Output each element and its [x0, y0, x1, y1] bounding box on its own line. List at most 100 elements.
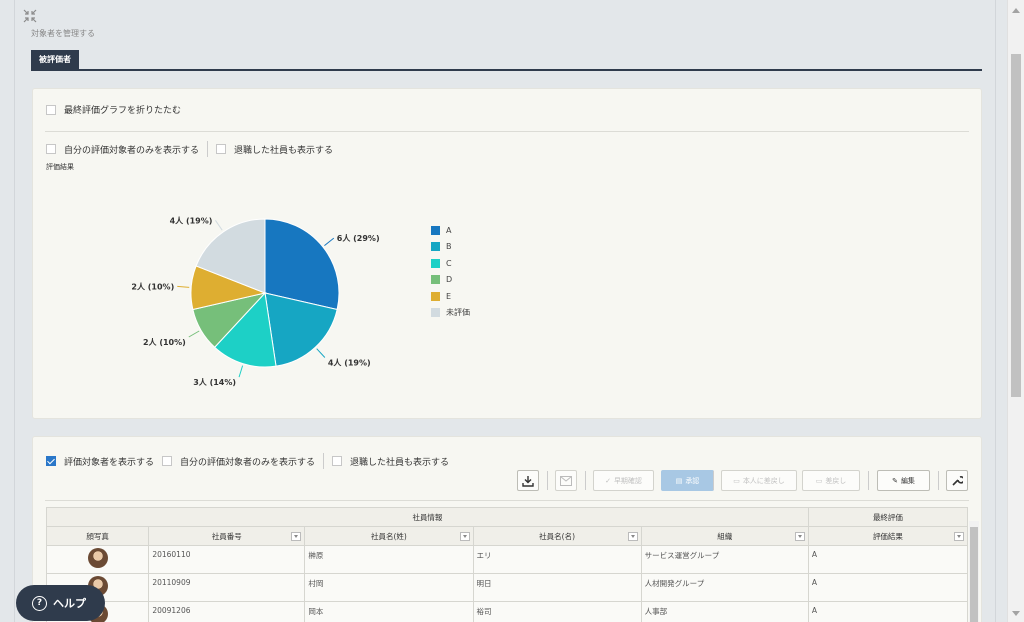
- cell-first-name: 明日: [472, 573, 642, 602]
- page-scrollbar[interactable]: [1007, 0, 1024, 622]
- return-to-self-button[interactable]: ▭ 本人に差戻し: [721, 470, 797, 491]
- page-scrollbar-thumb[interactable]: [1011, 54, 1021, 397]
- show-retired-checkbox[interactable]: [216, 144, 227, 154]
- toolbar-separator: [938, 471, 939, 490]
- label-leader-2: [316, 348, 326, 358]
- help-button[interactable]: ? ヘルプ: [16, 585, 105, 621]
- return-button[interactable]: ▭ 差戻し: [802, 470, 860, 491]
- show-targets-label: 評価対象者を表示する: [64, 457, 155, 468]
- only-mine-checkbox-list[interactable]: [162, 456, 173, 466]
- toolbar-separator: [868, 471, 869, 490]
- data-label-5: 2人 (10%): [131, 281, 174, 291]
- collapse-icon[interactable]: [23, 9, 37, 23]
- scroll-up-icon[interactable]: [1012, 8, 1020, 13]
- table-scrollbar[interactable]: [969, 521, 979, 622]
- tab-evaluatees[interactable]: 被評価者: [31, 50, 79, 70]
- col-employee-id[interactable]: 社員番号: [148, 526, 306, 546]
- label-leader-4: [188, 330, 200, 338]
- table-scrollbar-thumb[interactable]: [970, 527, 978, 622]
- divider: [45, 500, 969, 501]
- page-subtitle: 対象者を管理する: [31, 29, 95, 38]
- show-retired-label-list: 退職した社員も表示する: [350, 457, 450, 468]
- cell-organization: サービス運営グループ: [640, 545, 809, 574]
- cell-result: A: [807, 545, 969, 574]
- table-row[interactable]: 20160110 榊原 エリ サービス運営グループ A: [45, 545, 969, 574]
- filter-icon[interactable]: [459, 532, 470, 541]
- chart-title: 評価結果: [46, 163, 74, 171]
- separator: [323, 453, 325, 469]
- mail-button[interactable]: [555, 470, 577, 491]
- table-row[interactable]: 20110909 村岡 明日 人材開発グループ A: [45, 573, 969, 602]
- mail-icon: [560, 475, 572, 486]
- label-leader-6: [215, 220, 223, 231]
- legend-swatch: [431, 258, 440, 268]
- filter-icon[interactable]: [794, 532, 805, 541]
- download-icon: [522, 475, 534, 487]
- legend-item-6[interactable]: 未評価: [431, 305, 470, 322]
- edit-button[interactable]: ✎ 編集: [877, 470, 930, 491]
- col-result[interactable]: 評価結果: [807, 526, 969, 546]
- cell-last-name: 榊原: [304, 545, 474, 574]
- chart-legend: A B C D E 未評価: [431, 222, 470, 321]
- collapse-graph-label: 最終評価グラフを折りたたむ: [64, 106, 182, 116]
- legend-label: A: [446, 225, 452, 235]
- filter-icon[interactable]: [954, 532, 964, 541]
- legend-swatch: [431, 275, 440, 285]
- legend-label: 未評価: [446, 308, 470, 318]
- graph-panel: 最終評価グラフを折りたたむ 自分の評価対象者のみを表示する 退職した社員も表示す…: [32, 88, 982, 419]
- scroll-down-icon[interactable]: [1012, 611, 1020, 616]
- pencil-icon: ✎: [892, 476, 898, 485]
- label-leader-3: [238, 365, 244, 378]
- filter-icon[interactable]: [627, 532, 638, 541]
- collapse-graph-option[interactable]: 最終評価グラフを折りたたむ: [46, 103, 181, 116]
- show-targets-checkbox[interactable]: [46, 456, 56, 466]
- return-label: 差戻し: [825, 476, 847, 485]
- toolbar: ✓ 早期確認 ▤ 承認 ▭ 本人に差戻し ▭ 差戻し ✎ 編集: [33, 470, 981, 494]
- cell-employee-id: 20110909: [148, 573, 306, 602]
- legend-item-3[interactable]: C: [431, 255, 470, 272]
- collapse-graph-checkbox[interactable]: [46, 104, 56, 115]
- cell-employee-id: 20091206: [148, 601, 306, 622]
- divider: [45, 131, 969, 132]
- separator: [207, 141, 209, 157]
- only-mine-checkbox[interactable]: [46, 144, 56, 154]
- approve-button[interactable]: ▤ 承認: [661, 470, 714, 491]
- legend-item-5[interactable]: E: [431, 288, 470, 305]
- download-button[interactable]: [517, 470, 539, 491]
- settings-button[interactable]: [946, 470, 968, 491]
- list-filter-options: 評価対象者を表示する 自分の評価対象者のみを表示する 退職した社員も表示する: [46, 453, 449, 469]
- help-label: ヘルプ: [53, 597, 86, 610]
- legend-swatch: [431, 291, 440, 301]
- legend-item-2[interactable]: B: [431, 239, 470, 256]
- col-last-name[interactable]: 社員名(姓): [304, 526, 474, 546]
- legend-swatch: [431, 308, 440, 318]
- data-label-3: 3人 (14%): [193, 377, 236, 387]
- group-header-employee: 社員情報: [46, 507, 809, 527]
- col-photo: 顔写真: [45, 526, 150, 546]
- data-label-4: 2人 (10%): [143, 337, 186, 347]
- col-organization[interactable]: 組織: [640, 526, 809, 546]
- batch-confirm-button[interactable]: ✓ 早期確認: [593, 470, 654, 491]
- data-label-2: 4人 (19%): [328, 358, 371, 368]
- toolbar-separator: [547, 471, 548, 490]
- help-icon: ?: [32, 595, 47, 611]
- check-icon: ✓: [605, 476, 611, 485]
- show-retired-checkbox-list[interactable]: [332, 456, 343, 466]
- filter-icon[interactable]: [291, 532, 302, 541]
- label-leader-5: [177, 285, 190, 288]
- legend-swatch: [431, 242, 440, 252]
- group-header-final: 最終評価: [807, 507, 969, 527]
- show-retired-label: 退職した社員も表示する: [234, 145, 334, 156]
- only-mine-label: 自分の評価対象者のみを表示する: [64, 145, 200, 156]
- legend-item-4[interactable]: D: [431, 272, 470, 289]
- avatar: [87, 548, 108, 568]
- cell-last-name: 村岡: [304, 573, 474, 602]
- list-panel: 評価対象者を表示する 自分の評価対象者のみを表示する 退職した社員も表示する ✓…: [32, 436, 982, 622]
- data-label-6: 4人 (19%): [170, 215, 213, 225]
- legend-item-1[interactable]: A: [431, 222, 470, 239]
- cell-first-name: 裕司: [472, 601, 642, 622]
- col-first-name[interactable]: 社員名(名): [472, 526, 642, 546]
- cell-employee-id: 20160110: [148, 545, 306, 574]
- evaluatee-table: 社員情報 最終評価 顔写真 社員番号 社員名(姓) 社員名(名) 組織 評価結果…: [45, 507, 969, 622]
- table-row[interactable]: 20091206 岡本 裕司 人事部 A: [45, 601, 969, 622]
